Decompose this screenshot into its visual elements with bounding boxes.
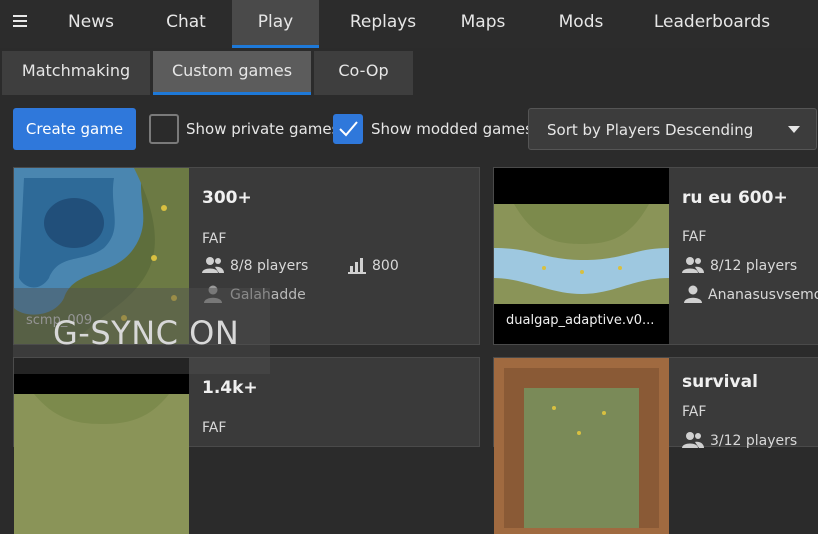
map-name: dualgap_adaptive.v0... bbox=[506, 313, 655, 328]
nav-replays[interactable]: Replays bbox=[330, 0, 436, 48]
play-subnav: Matchmaking Custom games Co-Op bbox=[0, 48, 818, 96]
nav-news[interactable]: News bbox=[50, 0, 132, 48]
show-modded-label: Show modded games bbox=[371, 120, 533, 138]
chevron-down-icon bbox=[788, 126, 800, 133]
gsync-overlay: G-SYNC ON bbox=[13, 288, 270, 374]
player-count: 3/12 players bbox=[710, 433, 798, 449]
game-title: 1.4k+ bbox=[202, 378, 258, 398]
create-game-button[interactable]: Create game bbox=[13, 108, 136, 150]
players-icon bbox=[682, 257, 704, 273]
main-nav: News Chat Play Replays Maps Mods Leaderb… bbox=[0, 0, 818, 48]
map-preview bbox=[494, 358, 669, 534]
host-icon bbox=[684, 285, 702, 303]
tab-coop[interactable]: Co-Op bbox=[314, 51, 413, 95]
games-toolbar: Create game Show private games Show modd… bbox=[0, 96, 818, 162]
game-card[interactable]: survival FAF 3/12 players bbox=[493, 357, 818, 534]
show-private-label: Show private games bbox=[186, 120, 340, 138]
player-count: 8/12 players bbox=[710, 258, 798, 274]
featured-mod: FAF bbox=[202, 231, 227, 247]
nav-chat[interactable]: Chat bbox=[146, 0, 226, 48]
featured-mod: FAF bbox=[202, 420, 227, 436]
game-card[interactable]: dualgap_adaptive.v0... ru eu 600+ FAF 8/… bbox=[493, 167, 818, 345]
player-count: 8/8 players bbox=[230, 258, 309, 274]
nav-mods[interactable]: Mods bbox=[548, 0, 614, 48]
show-modded-checkbox[interactable] bbox=[333, 114, 363, 144]
players-icon bbox=[202, 257, 224, 273]
featured-mod: FAF bbox=[682, 229, 707, 245]
sort-dropdown-value: Sort by Players Descending bbox=[547, 121, 754, 139]
nav-play[interactable]: Play bbox=[232, 0, 319, 48]
map-preview bbox=[14, 358, 189, 534]
game-title: survival bbox=[682, 372, 758, 392]
game-title: 300+ bbox=[202, 188, 252, 208]
rating-icon bbox=[348, 258, 366, 274]
nav-maps[interactable]: Maps bbox=[450, 0, 516, 48]
gsync-text: G-SYNC ON bbox=[53, 314, 240, 352]
players-icon bbox=[682, 432, 704, 448]
host-name: Ananasusvsemog bbox=[708, 287, 818, 303]
nav-leaderboards[interactable]: Leaderboards bbox=[646, 0, 778, 48]
show-private-checkbox[interactable] bbox=[149, 114, 179, 144]
menu-icon[interactable] bbox=[13, 12, 31, 30]
featured-mod: FAF bbox=[682, 404, 707, 420]
rating-value: 800 bbox=[372, 258, 399, 274]
tab-matchmaking[interactable]: Matchmaking bbox=[2, 51, 150, 95]
sort-dropdown[interactable]: Sort by Players Descending bbox=[528, 108, 817, 150]
tab-custom-games[interactable]: Custom games bbox=[153, 51, 311, 95]
checkmark-icon bbox=[339, 121, 358, 137]
game-title: ru eu 600+ bbox=[682, 188, 788, 208]
